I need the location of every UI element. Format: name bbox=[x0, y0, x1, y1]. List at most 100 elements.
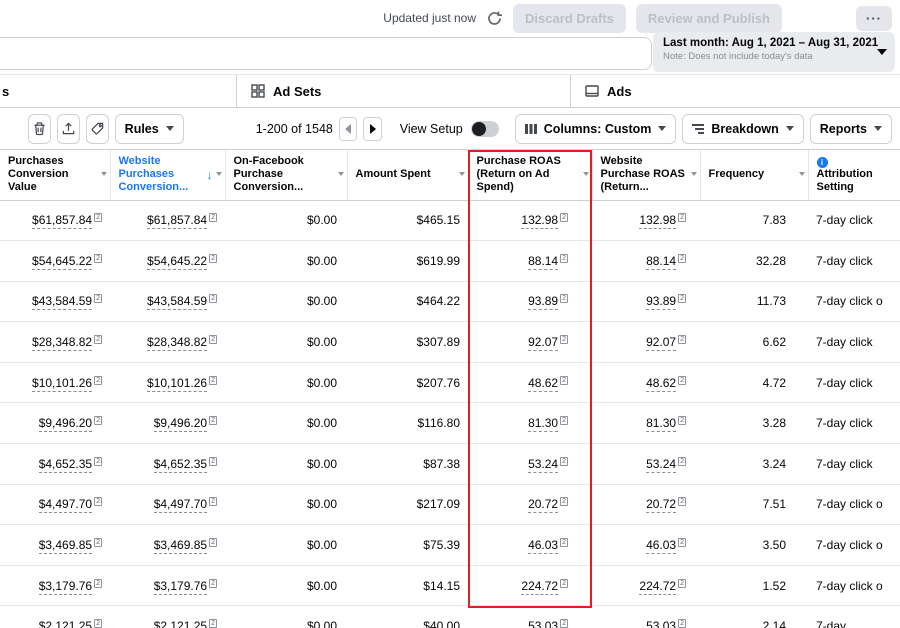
metric-value[interactable]: 81.30 bbox=[528, 416, 559, 433]
metric-value[interactable]: 53.03 bbox=[646, 619, 677, 628]
metric-value[interactable]: $4,652.35 bbox=[38, 456, 93, 473]
metric-value[interactable]: 224.72 bbox=[639, 578, 677, 595]
reports-label: Reports bbox=[819, 121, 867, 136]
metric-value[interactable]: $4,497.70 bbox=[38, 497, 93, 514]
review-publish-button[interactable]: Review and Publish bbox=[635, 3, 782, 33]
metric-value[interactable]: $4,497.70 bbox=[153, 497, 208, 514]
metric-value[interactable]: $61,857.84 bbox=[147, 213, 208, 230]
table-row[interactable]: $54,645.22 2 $54,645.22 2 $0.00 $619.99 88.14 2… bbox=[0, 240, 900, 282]
table-row[interactable]: $3,469.85 2 $3,469.85 2 $0.00 $75.39 46.03 2 46.… bbox=[0, 524, 900, 566]
metric-value[interactable]: $54,645.22 bbox=[32, 253, 93, 270]
metric-value[interactable]: $28,348.82 bbox=[147, 335, 208, 352]
metric-value[interactable]: $2,121.25 bbox=[153, 619, 208, 628]
metric-value[interactable]: 53.24 bbox=[528, 456, 559, 473]
col-header-attribution-setting[interactable]: iAttribution Setting bbox=[808, 150, 900, 201]
columns-button[interactable]: Columns: Custom bbox=[514, 113, 677, 144]
footnote-marker: 2 bbox=[560, 253, 568, 263]
more-options-button[interactable]: ··· bbox=[856, 5, 892, 31]
cell-website-purchases-conversion-value: $2,121.25 2 bbox=[110, 605, 225, 628]
metric-value[interactable]: 46.03 bbox=[528, 538, 559, 555]
metric-value[interactable]: $10,101.26 bbox=[147, 375, 208, 392]
table-row[interactable]: $3,179.76 2 $3,179.76 2 $0.00 $14.15 224.72 2 22… bbox=[0, 565, 900, 607]
metric-value[interactable]: $3,179.76 bbox=[153, 578, 208, 595]
metric-value[interactable]: $9,496.20 bbox=[153, 416, 208, 433]
view-setup-toggle[interactable] bbox=[470, 120, 499, 137]
metric-value[interactable]: 88.14 bbox=[646, 253, 677, 270]
export-button[interactable] bbox=[56, 113, 80, 144]
date-range-selector[interactable]: Last month: Aug 1, 2021 – Aug 31, 2021 N… bbox=[653, 32, 895, 72]
metric-value[interactable]: 93.89 bbox=[528, 294, 559, 311]
cell-website-purchase-roas: 53.24 2 bbox=[592, 443, 700, 485]
metric-value[interactable]: $28,348.82 bbox=[32, 335, 93, 352]
col-header-purchase-roas[interactable]: Purchase ROAS (Return on Ad Spend) bbox=[468, 150, 593, 201]
metric-value[interactable]: $9,496.20 bbox=[38, 416, 93, 433]
metric-value[interactable]: $10,101.26 bbox=[32, 375, 93, 392]
metric-value[interactable]: $43,584.59 bbox=[32, 294, 93, 311]
metric-value[interactable]: $61,857.84 bbox=[32, 213, 93, 230]
cell-purchase-roas: 92.07 2 bbox=[468, 321, 592, 363]
metric-value[interactable]: 93.89 bbox=[646, 294, 677, 311]
refresh-button[interactable] bbox=[486, 10, 503, 27]
metric-value[interactable]: 224.72 bbox=[521, 578, 559, 595]
metric-value[interactable]: $54,645.22 bbox=[147, 253, 208, 270]
metric-value[interactable]: $3,469.85 bbox=[38, 538, 93, 555]
metric-value[interactable]: 92.07 bbox=[528, 335, 559, 352]
delete-button[interactable] bbox=[28, 113, 51, 144]
metric-value[interactable]: 81.30 bbox=[646, 416, 677, 433]
discard-drafts-button[interactable]: Discard Drafts bbox=[513, 3, 626, 33]
previous-page-button[interactable] bbox=[338, 116, 358, 141]
col-header-amount-spent[interactable]: Amount Spent bbox=[347, 150, 469, 201]
tab-campaigns[interactable]: s bbox=[0, 75, 237, 107]
table-row[interactable]: $28,348.82 2 $28,348.82 2 $0.00 $307.89 92.07 2… bbox=[0, 321, 900, 363]
table-row[interactable]: $4,497.70 2 $4,497.70 2 $0.00 $217.09 20.72 2 20… bbox=[0, 484, 900, 526]
table-row[interactable]: $43,584.59 2 $43,584.59 2 $0.00 $464.22 93.89 2… bbox=[0, 281, 900, 323]
metric-value[interactable]: 53.03 bbox=[528, 619, 559, 628]
tag-button[interactable] bbox=[85, 113, 109, 144]
metric-value[interactable]: 20.72 bbox=[646, 497, 677, 514]
cell-attribution-setting: 7-day click o bbox=[808, 565, 900, 607]
tab-ad-sets[interactable]: Ad Sets bbox=[237, 75, 571, 107]
table-row[interactable]: $9,496.20 2 $9,496.20 2 $0.00 $116.80 81.30 2 81… bbox=[0, 402, 900, 445]
next-page-button[interactable] bbox=[363, 116, 382, 141]
metric-value[interactable]: 92.07 bbox=[646, 335, 677, 352]
cell-value: $75.39 bbox=[423, 538, 460, 553]
table-row[interactable]: $4,652.35 2 $4,652.35 2 $0.00 $87.38 53.24 2 53.… bbox=[0, 443, 900, 485]
metric-value[interactable]: $3,469.85 bbox=[153, 538, 208, 555]
chevron-left-icon bbox=[345, 123, 352, 134]
sort-down-arrow-icon: ↓ bbox=[206, 168, 213, 182]
col-header-purchases-conversion-value[interactable]: Purchases Conversion Value bbox=[0, 150, 111, 201]
cell-purchase-roas: 132.98 2 bbox=[468, 200, 592, 242]
metric-value[interactable]: 48.62 bbox=[646, 375, 677, 392]
col-header-frequency[interactable]: Frequency bbox=[700, 150, 809, 201]
metric-value[interactable]: 132.98 bbox=[521, 213, 559, 230]
chevron-down-icon bbox=[877, 49, 887, 55]
metric-value[interactable]: $4,652.35 bbox=[153, 456, 208, 473]
col-header-website-purchase-roas[interactable]: Website Purchase ROAS (Return... bbox=[592, 150, 701, 201]
metric-value[interactable]: 48.62 bbox=[528, 375, 559, 392]
metric-value[interactable]: $3,179.76 bbox=[38, 578, 93, 595]
rules-button[interactable]: Rules bbox=[114, 113, 184, 144]
metric-value[interactable]: 132.98 bbox=[639, 213, 677, 230]
metric-value[interactable]: 20.72 bbox=[528, 497, 559, 514]
footnote-marker: 2 bbox=[209, 619, 217, 628]
tab-ads[interactable]: Ads bbox=[571, 75, 900, 107]
search-filter-bar[interactable] bbox=[0, 37, 652, 70]
metric-value[interactable]: 53.24 bbox=[646, 456, 677, 473]
cell-purchase-roas: 53.24 2 bbox=[468, 443, 592, 485]
table-row[interactable]: $10,101.26 2 $10,101.26 2 $0.00 $207.76 48.62 2… bbox=[0, 362, 900, 404]
metric-value[interactable]: 46.03 bbox=[646, 538, 677, 555]
cell-on-facebook-purchase: $0.00 bbox=[225, 524, 347, 566]
footnote-marker: 2 bbox=[209, 294, 217, 304]
footnote-marker: 2 bbox=[560, 456, 568, 466]
metric-value[interactable]: $43,584.59 bbox=[147, 294, 208, 311]
col-header-on-facebook-purchase-conversion[interactable]: On-Facebook Purchase Conversion... bbox=[225, 150, 348, 201]
cell-on-facebook-purchase: $0.00 bbox=[225, 240, 347, 282]
reports-button[interactable]: Reports bbox=[809, 113, 892, 144]
metric-value[interactable]: 88.14 bbox=[528, 253, 559, 270]
cell-amount-spent: $87.38 bbox=[347, 443, 468, 485]
table-row[interactable]: $2,121.25 2 $2,121.25 2 $0.00 $40.00 53.03 2 53.… bbox=[0, 605, 900, 628]
metric-value[interactable]: $2,121.25 bbox=[38, 619, 93, 628]
table-row[interactable]: $61,857.84 2 $61,857.84 2 $0.00 $465.15 132.98… bbox=[0, 200, 900, 242]
breakdown-button[interactable]: Breakdown bbox=[682, 113, 804, 144]
col-header-website-purchases-conversion[interactable]: Website Purchases Conversion... ↓ bbox=[110, 150, 226, 201]
